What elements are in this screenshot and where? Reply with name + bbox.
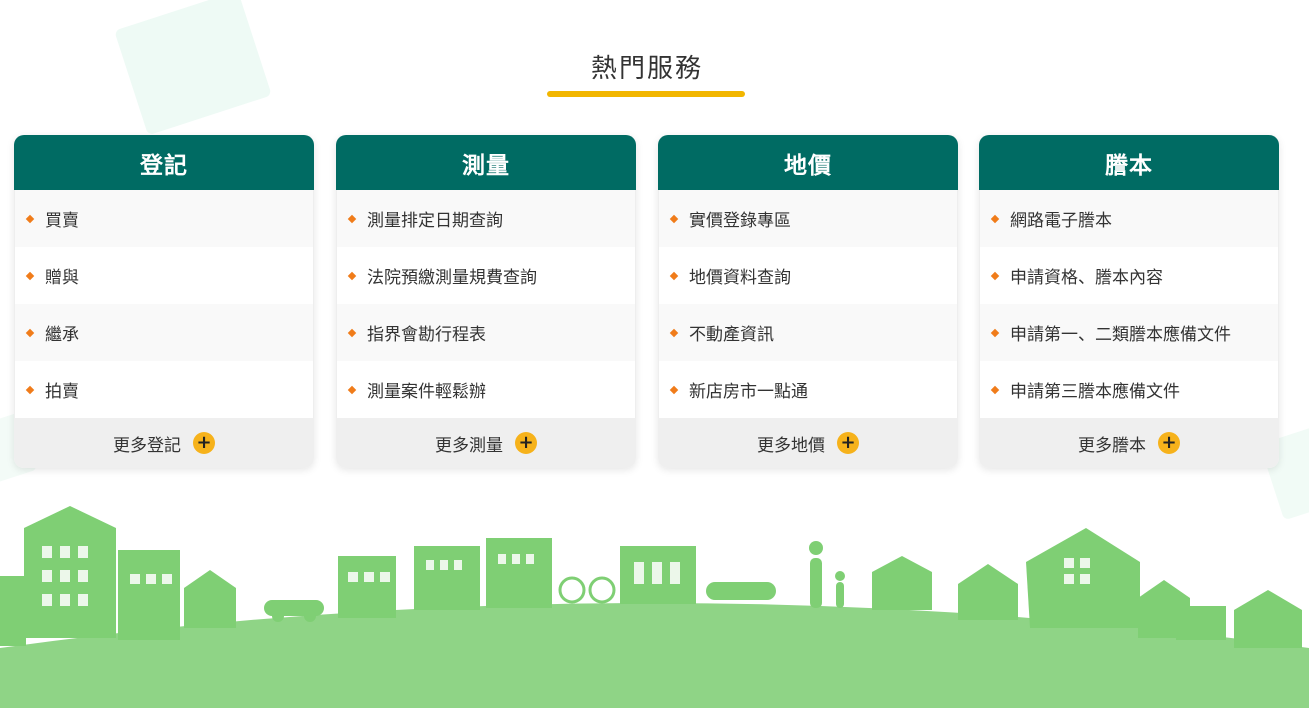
card-link[interactable]: 申請第一、二類謄本應備文件 — [979, 304, 1279, 361]
diamond-bullet-icon — [25, 328, 35, 337]
card-link[interactable]: 測量排定日期查詢 — [336, 190, 636, 247]
more-button[interactable]: 更多謄本 + — [979, 418, 1279, 468]
card-link-label: 網路電子謄本 — [1010, 211, 1112, 231]
card-link-label: 申請資格、謄本內容 — [1010, 268, 1163, 288]
diamond-bullet-icon — [990, 328, 1000, 337]
card-link[interactable]: 繼承 — [14, 304, 314, 361]
card-link-label: 申請第三謄本應備文件 — [1010, 382, 1180, 402]
service-card-survey: 測量 測量排定日期查詢 法院預繳測量規費查詢 指界會勘行程表 測量案件輕鬆辦 更… — [336, 135, 636, 468]
diamond-bullet-icon — [347, 214, 357, 223]
diamond-bullet-icon — [25, 271, 35, 280]
diamond-bullet-icon — [990, 385, 1000, 394]
service-card-transcript: 謄本 網路電子謄本 申請資格、謄本內容 申請第一、二類謄本應備文件 申請第三謄本… — [979, 135, 1279, 468]
more-button[interactable]: 更多登記 + — [14, 418, 314, 468]
more-label: 更多登記 — [113, 435, 181, 456]
diamond-bullet-icon — [669, 271, 679, 280]
section-title: 熱門服務 — [590, 54, 703, 84]
diamond-bullet-icon — [347, 385, 357, 394]
service-card-registration: 登記 買賣 贈與 繼承 拍賣 更多登記 + — [14, 135, 314, 468]
card-link[interactable]: 實價登錄專區 — [658, 190, 958, 247]
card-link-label: 測量案件輕鬆辦 — [367, 382, 486, 402]
title-underline — [547, 91, 745, 97]
card-link[interactable]: 新店房市一點通 — [658, 361, 958, 418]
card-link-label: 繼承 — [45, 325, 79, 345]
card-link-label: 申請第一、二類謄本應備文件 — [1010, 325, 1231, 345]
card-link-label: 法院預繳測量規費查詢 — [367, 268, 537, 288]
card-link[interactable]: 地價資料查詢 — [658, 247, 958, 304]
card-link[interactable]: 申請第三謄本應備文件 — [979, 361, 1279, 418]
diamond-bullet-icon — [990, 271, 1000, 280]
more-button[interactable]: 更多測量 + — [336, 418, 636, 468]
card-link[interactable]: 不動產資訊 — [658, 304, 958, 361]
diamond-bullet-icon — [990, 214, 1000, 223]
card-link[interactable]: 網路電子謄本 — [979, 190, 1279, 247]
card-link[interactable]: 拍賣 — [14, 361, 314, 418]
card-link[interactable]: 測量案件輕鬆辦 — [336, 361, 636, 418]
service-card-land-value: 地價 實價登錄專區 地價資料查詢 不動產資訊 新店房市一點通 更多地價 + — [658, 135, 958, 468]
card-title: 謄本 — [979, 135, 1279, 190]
plus-circle-icon: + — [193, 432, 215, 454]
card-link-label: 實價登錄專區 — [689, 211, 791, 231]
plus-circle-icon: + — [837, 432, 859, 454]
more-label: 更多謄本 — [1078, 435, 1146, 456]
more-button[interactable]: 更多地價 + — [658, 418, 958, 468]
card-link-label: 測量排定日期查詢 — [367, 211, 503, 231]
card-link[interactable]: 申請資格、謄本內容 — [979, 247, 1279, 304]
plus-circle-icon: + — [1158, 432, 1180, 454]
plus-circle-icon: + — [515, 432, 537, 454]
card-link[interactable]: 贈與 — [14, 247, 314, 304]
diamond-bullet-icon — [347, 271, 357, 280]
card-link[interactable]: 指界會勘行程表 — [336, 304, 636, 361]
card-link-label: 新店房市一點通 — [689, 382, 808, 402]
card-title: 登記 — [14, 135, 314, 190]
diamond-bullet-icon — [669, 385, 679, 394]
card-link-label: 買賣 — [45, 211, 79, 231]
card-link-label: 地價資料查詢 — [689, 268, 791, 288]
card-title: 測量 — [336, 135, 636, 190]
card-link[interactable]: 買賣 — [14, 190, 314, 247]
diamond-bullet-icon — [347, 328, 357, 337]
city-skyline-illustration — [0, 506, 1309, 708]
card-link-label: 指界會勘行程表 — [367, 325, 486, 345]
card-title: 地價 — [658, 135, 958, 190]
card-link-label: 拍賣 — [45, 382, 79, 402]
card-link[interactable]: 法院預繳測量規費查詢 — [336, 247, 636, 304]
diamond-bullet-icon — [25, 214, 35, 223]
diamond-bullet-icon — [25, 385, 35, 394]
card-link-label: 贈與 — [45, 268, 79, 288]
diamond-bullet-icon — [669, 328, 679, 337]
card-link-label: 不動產資訊 — [689, 325, 774, 345]
more-label: 更多地價 — [757, 435, 825, 456]
diamond-bullet-icon — [669, 214, 679, 223]
more-label: 更多測量 — [435, 435, 503, 456]
